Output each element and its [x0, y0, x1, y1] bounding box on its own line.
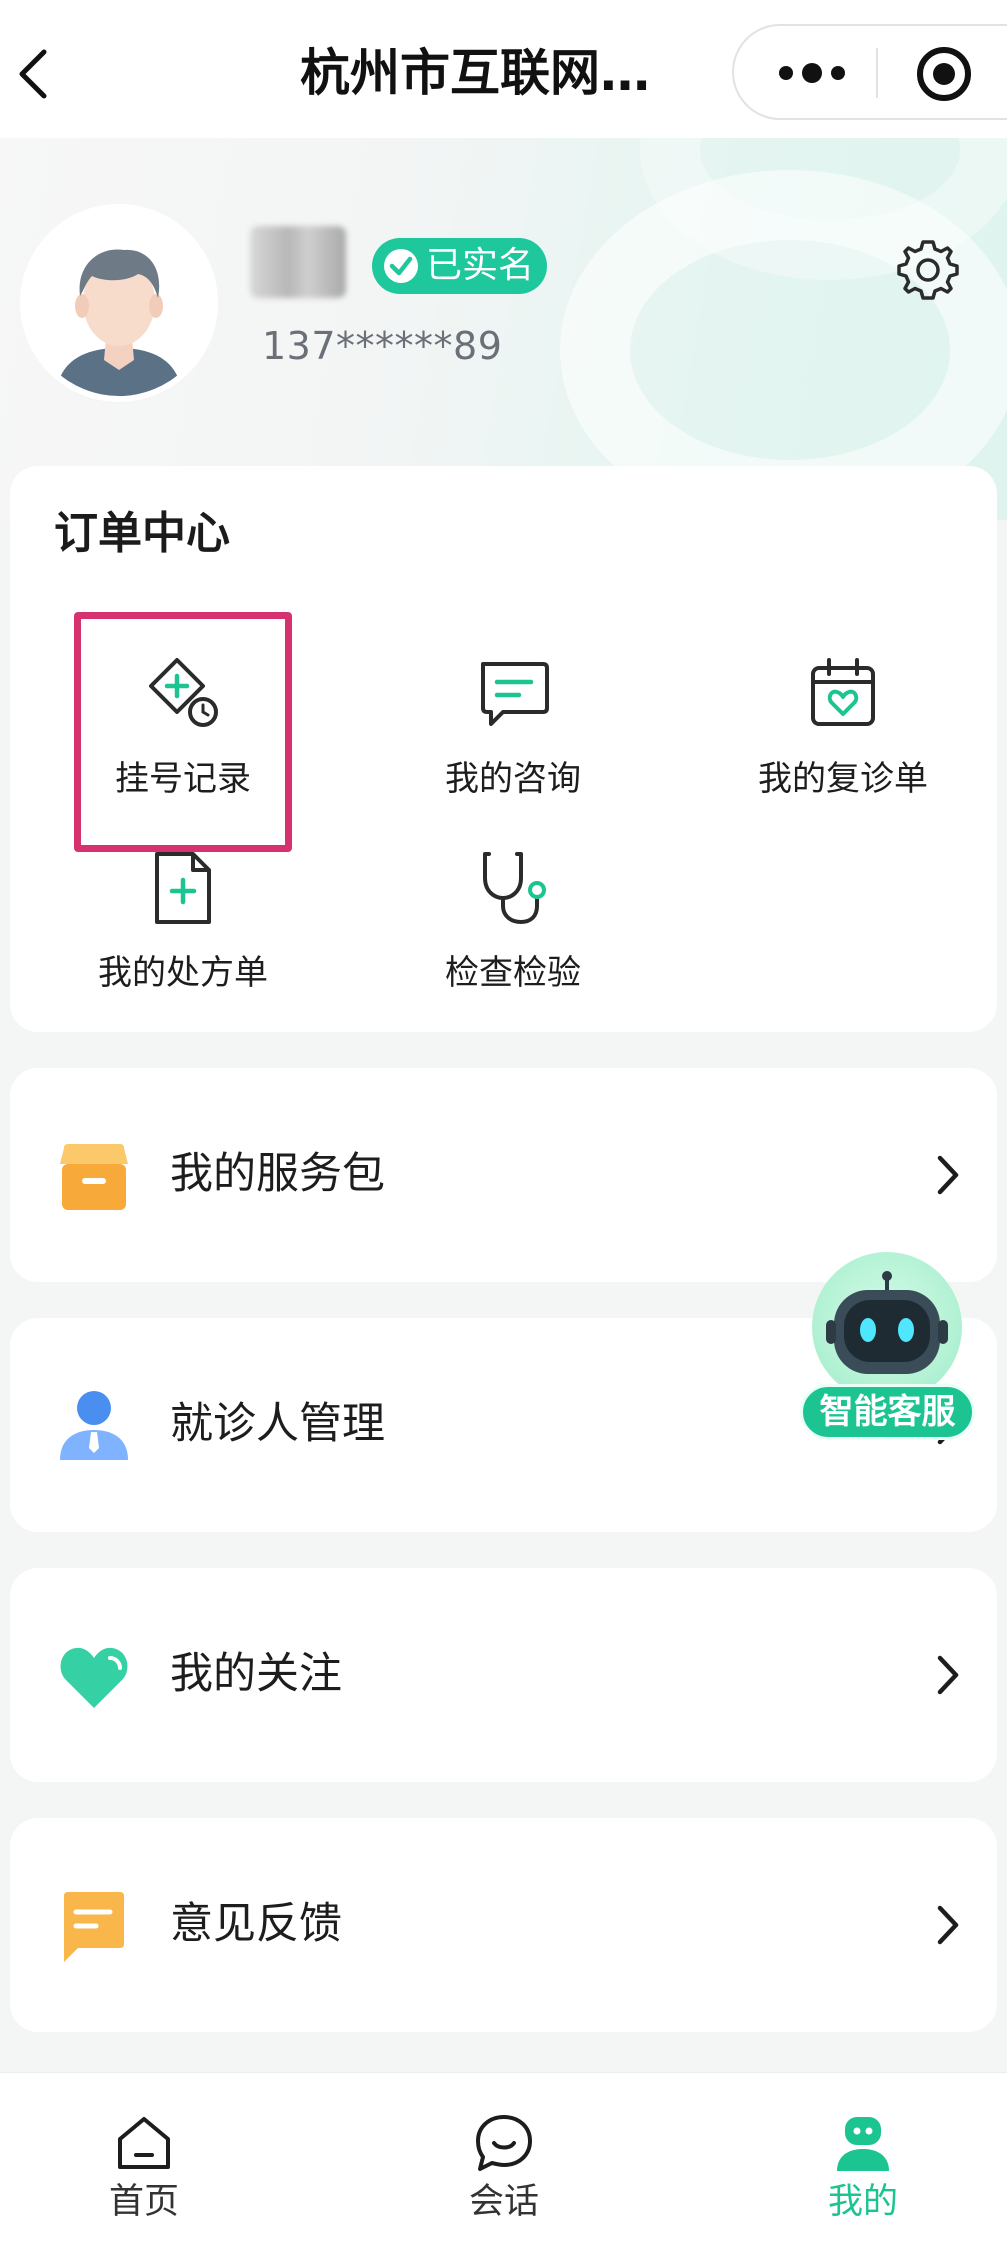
stethoscope-icon: [483, 852, 546, 925]
more-dots-icon: [779, 63, 845, 83]
chevron-left-icon: [19, 49, 47, 99]
assistant-label: 智能客服: [819, 1392, 956, 1432]
tab-label: 我的: [827, 2182, 898, 2222]
chevron-right-icon: [937, 1155, 959, 1195]
user-name-blurred: [250, 226, 346, 298]
order-item-consultation[interactable]: 我的咨询: [388, 654, 638, 814]
assistant-label-pill: 智能客服: [800, 1384, 975, 1440]
patient-user-icon: [60, 1391, 128, 1460]
menu-item-label: 意见反馈: [170, 1899, 342, 1949]
order-center-title: 订单中心: [54, 508, 230, 559]
service-box-icon: [60, 1144, 128, 1210]
order-item-label: 检查检验: [445, 953, 581, 993]
avatar[interactable]: [26, 210, 212, 396]
target-close-icon: [917, 47, 971, 101]
menu-item-feedback[interactable]: 意见反馈: [10, 1818, 997, 2032]
order-item-label: 我的复诊单: [758, 759, 928, 799]
tab-home[interactable]: 首页: [64, 2113, 224, 2243]
menu-item-label: 就诊人管理: [170, 1399, 385, 1449]
tab-chat[interactable]: 会话: [424, 2113, 584, 2243]
revisit-calendar-icon: [811, 658, 875, 726]
chevron-right-icon: [937, 1905, 959, 1945]
highlight-box: [74, 612, 292, 852]
order-item-examination[interactable]: 检查检验: [388, 848, 638, 1008]
order-center-card: 订单中心 挂号记录 我的咨询 我的复诊单 我的处方单 检查检验: [10, 466, 997, 1032]
close-mini-program-button[interactable]: [914, 44, 974, 104]
order-item-label: 我的咨询: [445, 759, 581, 799]
menu-item-label: 我的服务包: [170, 1149, 385, 1199]
profile-icon: [837, 2117, 889, 2171]
mini-program-capsule: [732, 24, 1007, 120]
page-title: 杭州市互联网…: [300, 44, 650, 102]
heart-icon: [60, 1647, 128, 1708]
order-item-revisit[interactable]: 我的复诊单: [718, 654, 968, 814]
user-phone: 137******89: [262, 324, 503, 368]
settings-button[interactable]: [894, 236, 962, 304]
user-avatar-icon: [26, 210, 212, 396]
capsule-divider: [876, 48, 878, 98]
home-icon: [118, 2117, 170, 2169]
order-item-label: 我的处方单: [98, 953, 268, 993]
verified-badge: 已实名: [372, 238, 547, 294]
more-button[interactable]: [772, 46, 852, 100]
robot-icon: [826, 1271, 948, 1374]
bottom-tab-bar: 首页 会话 我的: [0, 2072, 1007, 2260]
check-circle-icon: [384, 249, 418, 283]
chat-icon: [476, 2115, 532, 2171]
menu-item-label: 我的关注: [170, 1649, 342, 1699]
feedback-icon: [64, 1892, 124, 1962]
menu-item-my-follows[interactable]: 我的关注: [10, 1568, 997, 1782]
menu-item-service-package[interactable]: 我的服务包: [10, 1068, 997, 1282]
tab-label: 会话: [468, 2182, 539, 2222]
consultation-icon: [481, 662, 549, 726]
back-button[interactable]: [10, 38, 70, 108]
chevron-right-icon: [937, 1655, 959, 1695]
prescription-icon: [155, 852, 211, 924]
order-item-prescription[interactable]: 我的处方单: [58, 848, 308, 1008]
navigation-bar: 杭州市互联网…: [0, 0, 1007, 138]
smart-customer-service-button[interactable]: 智能客服: [800, 1252, 975, 1442]
verified-badge-label: 已实名: [426, 245, 535, 286]
tab-mine[interactable]: 我的: [783, 2113, 943, 2243]
tab-label: 首页: [108, 2182, 179, 2222]
gear-icon: [897, 240, 959, 300]
